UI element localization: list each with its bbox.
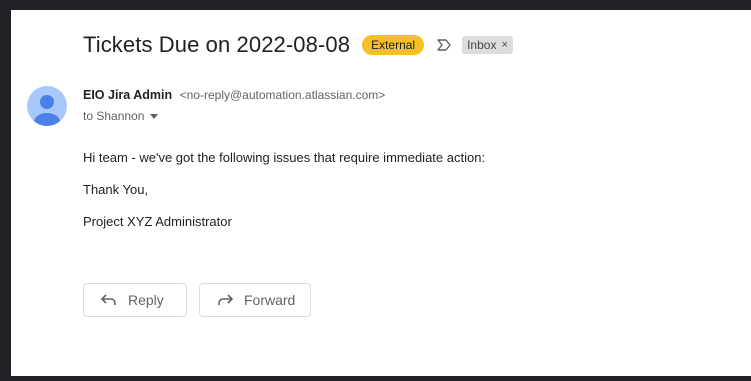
- forward-label: Forward: [244, 292, 296, 308]
- external-label[interactable]: External: [362, 35, 425, 55]
- reply-button[interactable]: Reply: [83, 283, 187, 317]
- body-paragraph: Hi team - we've got the following issues…: [83, 150, 486, 165]
- email-view: Tickets Due on 2022-08-08 External Inbox…: [11, 10, 751, 376]
- sender-name[interactable]: EIO Jira Admin: [83, 88, 172, 102]
- chevron-down-icon[interactable]: [150, 113, 159, 119]
- inbox-label[interactable]: Inbox ×: [462, 36, 513, 54]
- body-paragraph: Thank You,: [83, 182, 149, 197]
- email-subject: Tickets Due on 2022-08-08: [83, 32, 351, 57]
- reply-arrow-icon: [100, 294, 116, 306]
- recipient-line[interactable]: to Shannon: [83, 109, 159, 123]
- forward-button[interactable]: Forward: [199, 283, 311, 317]
- subject-row: Tickets Due on 2022-08-08 External Inbox…: [83, 30, 513, 60]
- inbox-label-text: Inbox: [467, 38, 497, 52]
- sender-line: EIO Jira Admin <no-reply@automation.atla…: [83, 88, 385, 102]
- body-paragraph: Project XYZ Administrator: [83, 214, 232, 229]
- important-marker-icon[interactable]: [436, 37, 452, 53]
- person-avatar-icon: [34, 95, 60, 126]
- recipient-text: to Shannon: [83, 109, 145, 123]
- forward-arrow-icon: [218, 294, 234, 306]
- sender-email: <no-reply@automation.atlassian.com>: [179, 88, 386, 102]
- avatar: [27, 86, 67, 126]
- close-icon[interactable]: ×: [501, 37, 507, 53]
- reply-label: Reply: [128, 292, 164, 308]
